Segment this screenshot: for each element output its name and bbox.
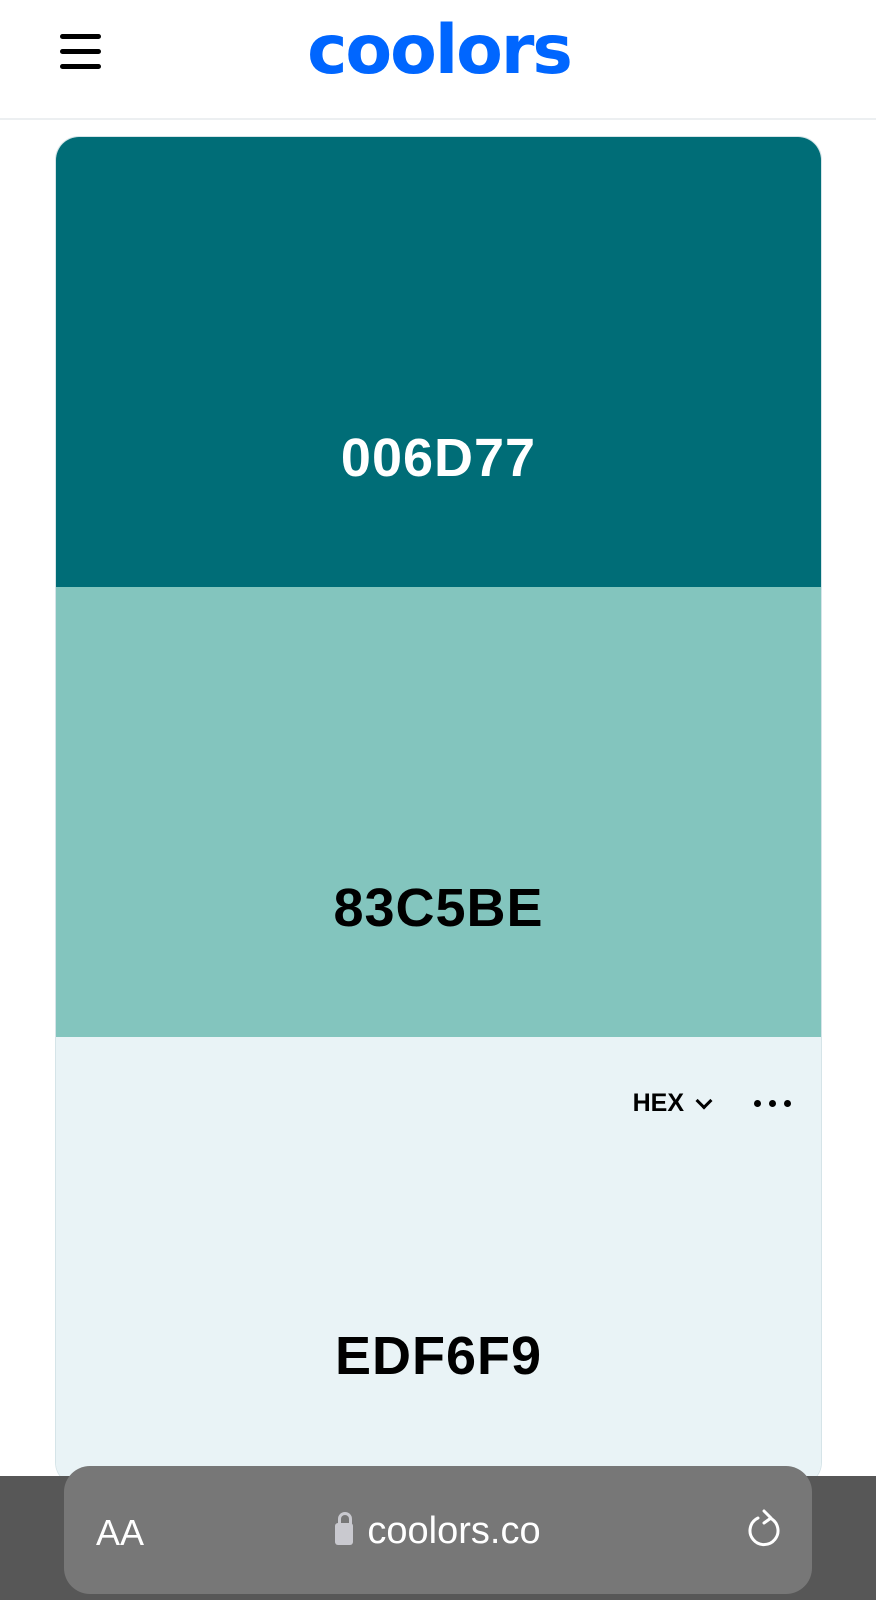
palette-card: 006D77 83C5BE HEX EDF6F9: [55, 136, 822, 1486]
hex-code[interactable]: 83C5BE: [56, 877, 821, 939]
menu-icon[interactable]: [60, 34, 102, 70]
url-text: coolors.co: [367, 1510, 541, 1552]
address-bar[interactable]: AA coolors.co: [64, 1466, 812, 1594]
color-swatch-2[interactable]: 83C5BE: [56, 587, 821, 1037]
chevron-down-icon: [695, 1092, 713, 1109]
color-swatch-3[interactable]: HEX EDF6F9: [56, 1037, 821, 1485]
swatch-toolbar: HEX: [633, 1089, 791, 1118]
hex-code[interactable]: 006D77: [56, 427, 821, 489]
header: coolors: [0, 0, 876, 120]
reload-icon[interactable]: [746, 1508, 782, 1548]
format-label: HEX: [632, 1089, 684, 1117]
coolors-logo[interactable]: coolors: [294, 17, 584, 85]
color-swatch-1[interactable]: 006D77: [56, 137, 821, 587]
lock-icon: [335, 1512, 354, 1545]
hex-code[interactable]: EDF6F9: [56, 1325, 821, 1387]
more-options-icon[interactable]: [754, 1100, 791, 1107]
browser-toolbar: AA coolors.co: [0, 1466, 876, 1600]
format-dropdown[interactable]: HEX: [632, 1089, 713, 1118]
